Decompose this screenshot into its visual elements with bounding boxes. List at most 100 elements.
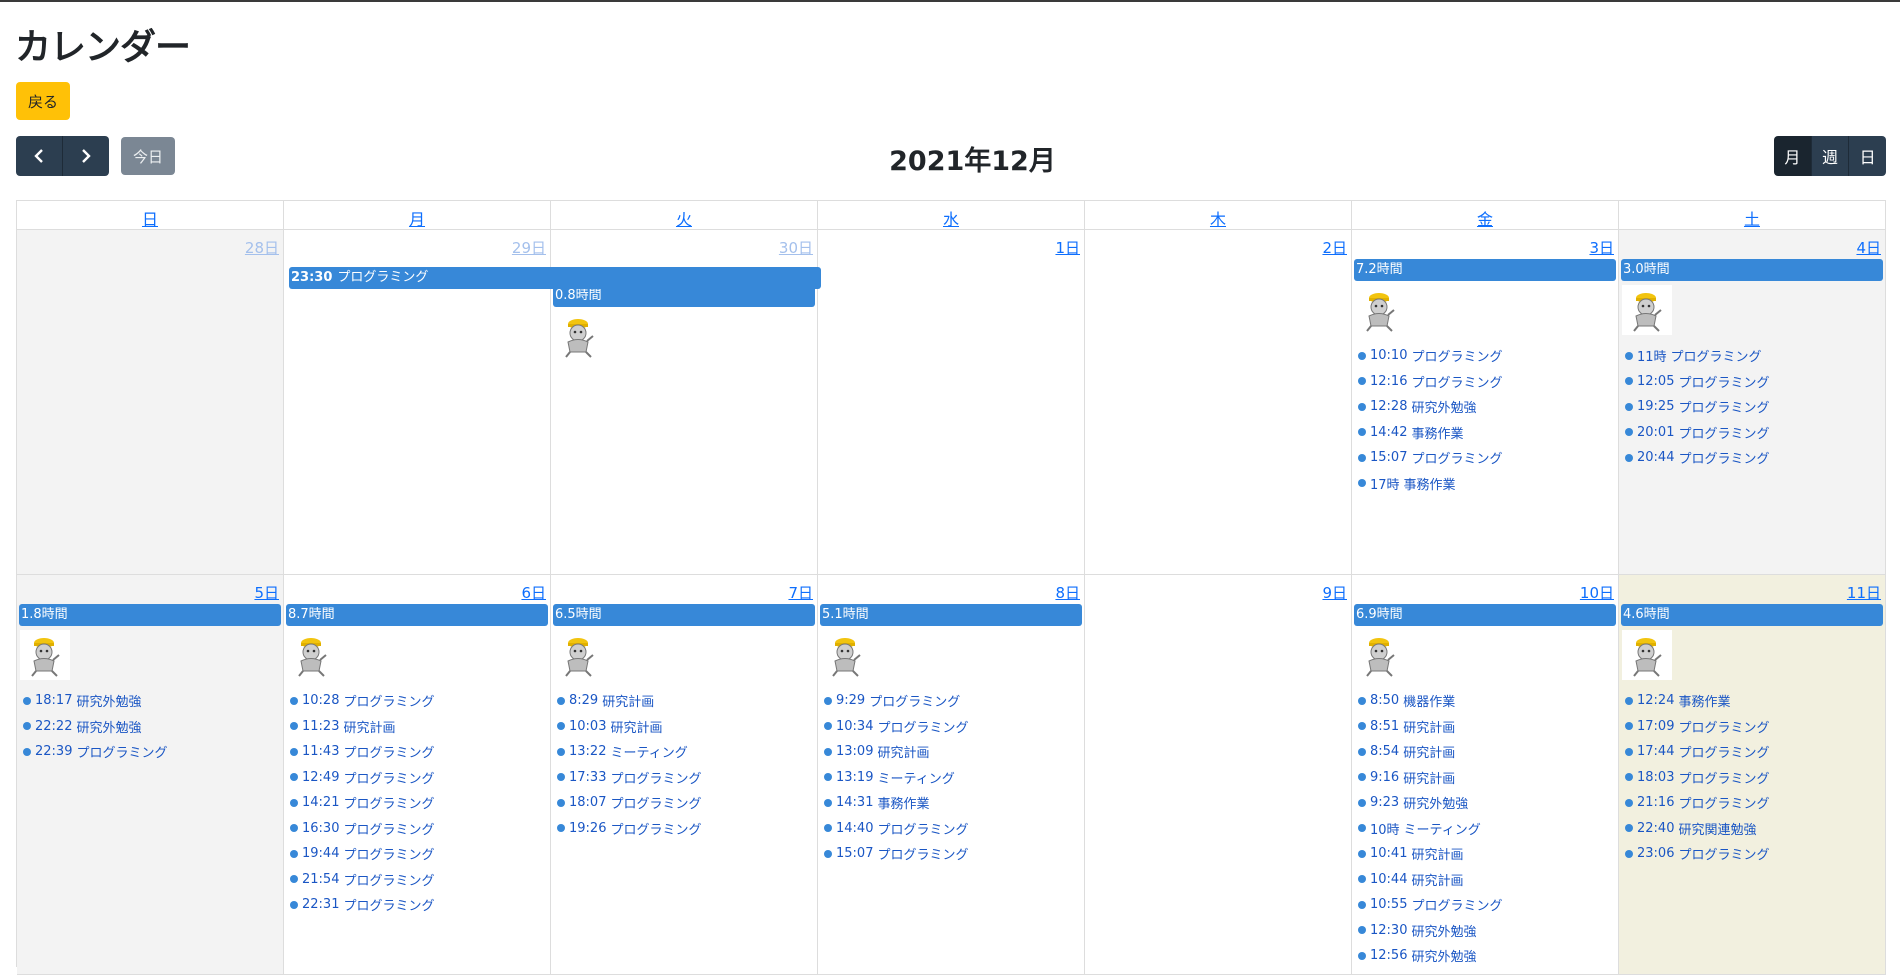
weekday-sat[interactable]: 土 [1619,201,1886,229]
day-cell[interactable]: 5日 1.8時間 18:17 研究外勉強 22:22 研究外勉強 22:39 プログラミング [17,575,284,974]
event-item[interactable]: 18:07 プログラミング [551,790,817,816]
day-number[interactable]: 2日 [1085,230,1351,257]
day-number[interactable]: 1日 [818,230,1084,257]
event-item[interactable]: 9:23 研究外勉強 [1352,790,1618,816]
event-item[interactable]: 14:31 事務作業 [818,790,1084,816]
day-number[interactable]: 6日 [284,575,550,602]
day-cell[interactable]: 28日 [17,230,284,574]
total-hours-bar[interactable]: 1.8時間 [19,604,281,626]
event-item[interactable]: 10:03 研究計画 [551,714,817,740]
day-number[interactable]: 7日 [551,575,817,602]
event-item[interactable]: 12:24 事務作業 [1619,688,1885,714]
event-item[interactable]: 15:07 プログラミング [818,841,1084,867]
day-number[interactable]: 5日 [17,575,283,602]
day-cell[interactable]: 3日 7.2時間 10:10 プログラミング 12:16 プログラミング 12:28 研究外勉… [1352,230,1619,574]
day-number[interactable]: 3日 [1352,230,1618,257]
event-item[interactable]: 10:41 研究計画 [1352,841,1618,867]
back-button[interactable]: 戻る [16,82,70,120]
event-item[interactable]: 20:44 プログラミング [1619,445,1885,471]
day-cell[interactable]: 9日 [1085,575,1352,974]
weekday-fri[interactable]: 金 [1352,201,1619,229]
event-item[interactable]: 13:09 研究計画 [818,739,1084,765]
day-cell[interactable]: 11日 4.6時間 12:24 事務作業 17:09 プログラミング 17:44 プログラミン… [1619,575,1886,974]
event-item[interactable]: 15:07 プログラミング [1352,445,1618,471]
weekday-mon[interactable]: 月 [284,201,551,229]
event-item[interactable]: 19:25 プログラミング [1619,394,1885,420]
week-view-button[interactable]: 週 [1810,136,1849,176]
event-item[interactable]: 9:29 プログラミング [818,688,1084,714]
event-item[interactable]: 8:54 研究計画 [1352,739,1618,765]
day-number[interactable]: 4日 [1619,230,1885,257]
total-hours-bar[interactable]: 8.7時間 [286,604,548,626]
total-hours-bar[interactable]: 6.9時間 [1354,604,1616,626]
event-item[interactable]: 8:29 研究計画 [551,688,817,714]
event-item[interactable]: 17:44 プログラミング [1619,739,1885,765]
event-item[interactable]: 10:10 プログラミング [1352,343,1618,369]
day-cell[interactable]: 10日 6.9時間 8:50 機器作業 8:51 研究計画 8:54 研究計画 9:16 研究計画… [1352,575,1619,974]
day-cell[interactable]: 7日 6.5時間 8:29 研究計画 10:03 研究計画 13:22 ミーティング 17:33… [551,575,818,974]
day-cell[interactable]: 4日 3.0時間 11時 プログラミング 12:05 プログラミング 19:25 プログラミン… [1619,230,1886,574]
event-item[interactable]: 12:28 研究外勉強 [1352,394,1618,420]
weekday-sun[interactable]: 日 [17,201,284,229]
event-item[interactable]: 23:06 プログラミング [1619,841,1885,867]
month-view-button[interactable]: 月 [1774,136,1811,176]
day-cell[interactable]: 6日 8.7時間 10:28 プログラミング 11:23 研究計画 11:43 プログラミング… [284,575,551,974]
total-hours-bar[interactable]: 7.2時間 [1354,259,1616,281]
day-cell[interactable]: 2日 [1085,230,1352,574]
event-item[interactable]: 12:05 プログラミング [1619,369,1885,395]
event-item[interactable]: 9:16 研究計画 [1352,765,1618,791]
multi-day-event[interactable]: 23:30 プログラミング [289,267,821,289]
event-item[interactable]: 14:21 プログラミング [284,790,550,816]
event-item[interactable]: 19:44 プログラミング [284,841,550,867]
event-item[interactable]: 12:16 プログラミング [1352,369,1618,395]
day-number[interactable]: 8日 [818,575,1084,602]
day-cell[interactable]: 8日 5.1時間 9:29 プログラミング 10:34 プログラミング 13:09 研究計画 1… [818,575,1085,974]
total-hours-bar[interactable]: 6.5時間 [553,604,815,626]
event-item[interactable]: 12:49 プログラミング [284,765,550,791]
event-item[interactable]: 22:40 研究関連勉強 [1619,816,1885,842]
event-item[interactable]: 19:26 プログラミング [551,816,817,842]
event-item[interactable]: 10時 ミーティング [1352,816,1618,842]
event-item[interactable]: 18:03 プログラミング [1619,765,1885,791]
event-item[interactable]: 13:19 ミーティング [818,765,1084,791]
event-item[interactable]: 22:22 研究外勉強 [17,714,283,740]
event-item[interactable]: 11:43 プログラミング [284,739,550,765]
event-item[interactable]: 17時 事務作業 [1352,471,1618,497]
day-view-button[interactable]: 日 [1848,136,1886,176]
event-item[interactable]: 10:28 プログラミング [284,688,550,714]
event-item[interactable]: 17:33 プログラミング [551,765,817,791]
event-item[interactable]: 11時 プログラミング [1619,343,1885,369]
weekday-thu[interactable]: 木 [1085,201,1352,229]
event-item[interactable]: 22:31 プログラミング [284,892,550,918]
event-item[interactable]: 21:16 プログラミング [1619,790,1885,816]
event-item[interactable]: 22:39 プログラミング [17,739,283,765]
event-item[interactable]: 12:56 研究外勉強 [1352,943,1618,969]
event-item[interactable]: 8:50 機器作業 [1352,688,1618,714]
event-item[interactable]: 12:30 研究外勉強 [1352,918,1618,944]
event-item[interactable]: 10:55 プログラミング [1352,892,1618,918]
day-number[interactable]: 10日 [1352,575,1618,602]
total-hours-bar[interactable]: 3.0時間 [1621,259,1883,281]
weekday-wed[interactable]: 水 [818,201,1085,229]
weekday-tue[interactable]: 火 [551,201,818,229]
day-number[interactable]: 28日 [17,230,283,257]
event-item[interactable]: 14:40 プログラミング [818,816,1084,842]
event-item[interactable]: 8:51 研究計画 [1352,714,1618,740]
day-number[interactable]: 9日 [1085,575,1351,602]
event-item[interactable]: 10:44 研究計画 [1352,867,1618,893]
event-item[interactable]: 16:30 プログラミング [284,816,550,842]
day-cell[interactable]: 1日 [818,230,1085,574]
day-number[interactable]: 29日 [284,230,550,257]
event-item[interactable]: 18:17 研究外勉強 [17,688,283,714]
event-item[interactable]: 11:23 研究計画 [284,714,550,740]
event-item[interactable]: 13:22 ミーティング [551,739,817,765]
day-number[interactable]: 11日 [1619,575,1885,602]
day-number[interactable]: 30日 [551,230,817,257]
total-hours-bar[interactable]: 5.1時間 [820,604,1082,626]
event-item[interactable]: 21:54 プログラミング [284,867,550,893]
total-hours-bar[interactable]: 4.6時間 [1621,604,1883,626]
event-item[interactable]: 10:34 プログラミング [818,714,1084,740]
event-item[interactable]: 17:09 プログラミング [1619,714,1885,740]
event-item[interactable]: 20:01 プログラミング [1619,420,1885,446]
event-item[interactable]: 14:42 事務作業 [1352,420,1618,446]
